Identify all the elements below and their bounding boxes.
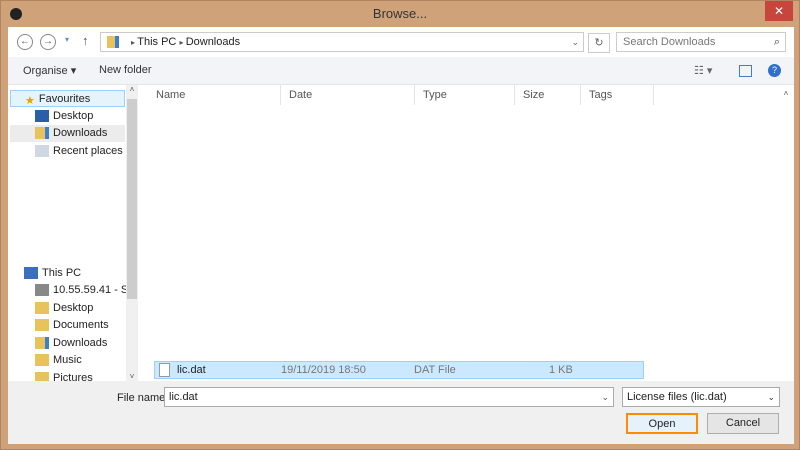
tree-label: 10.55.59.41 - Son (53, 284, 126, 296)
tree-label: Downloads (53, 127, 108, 139)
open-button[interactable]: Open (626, 413, 698, 434)
search-icon: ⌕ (773, 36, 780, 48)
tree-label: Recent places (53, 145, 123, 157)
tree-label: Documents (53, 319, 109, 331)
file-row[interactable]: lic.dat 19/11/2019 18:50 DAT File 1 KB (154, 361, 644, 379)
tree-item-pictures[interactable]: Pictures (10, 370, 125, 381)
breadcrumb-this-pc[interactable]: This PC (137, 36, 176, 48)
pictures-folder-icon (35, 372, 49, 381)
tree-item-this-pc[interactable]: This PC (10, 265, 125, 282)
column-size[interactable]: Size (515, 85, 581, 105)
tree-label: Pictures (53, 372, 93, 381)
tree-item-favourites[interactable]: ★ Favourites (10, 90, 125, 107)
computer-icon (24, 267, 38, 280)
tree-label: This PC (42, 267, 82, 279)
address-bar[interactable]: ▸ This PC ▸ Downloads ⌄ (100, 32, 584, 52)
file-list-scrollbar[interactable]: ˄ (778, 85, 794, 381)
browse-dialog: Browse... ✕ ← → ▾ ↑ ▸ This PC ▸ Download… (0, 0, 800, 450)
recent-places-icon (35, 145, 49, 158)
star-icon: ★ (25, 95, 35, 108)
file-name-value: lic.dat (169, 391, 198, 403)
preview-pane-icon[interactable] (739, 65, 752, 77)
desktop-folder-icon (35, 302, 49, 315)
downloads-folder-icon (107, 36, 119, 48)
tree-item-desktop-pc[interactable]: Desktop (10, 300, 125, 317)
tree-label: Music (53, 354, 82, 366)
back-button[interactable]: ← (17, 34, 33, 50)
file-list: Name Date Type Size Tags lic.dat 19/11/2… (148, 85, 776, 381)
cancel-button[interactable]: Cancel (707, 413, 779, 434)
documents-folder-icon (35, 319, 49, 332)
scroll-up-icon[interactable]: ˄ (778, 89, 794, 98)
file-type-select[interactable]: License files (lic.dat) ⌄ (622, 387, 780, 407)
file-name: lic.dat (177, 364, 206, 376)
file-name-label: File name: (117, 392, 169, 404)
tree-label: Downloads (53, 337, 108, 349)
refresh-button[interactable]: ↻ (588, 33, 610, 53)
tree-item-music[interactable]: Music (10, 352, 125, 369)
toolbar: Organise ▾ New folder ☷ ▾ ? (8, 57, 794, 85)
scroll-down-icon[interactable]: ˅ (126, 372, 138, 381)
organise-button[interactable]: Organise ▾ (23, 64, 76, 77)
dialog-footer: File name: lic.dat ⌄ License files (lic.d… (8, 381, 794, 444)
search-placeholder: Search Downloads (623, 36, 716, 48)
chevron-down-icon: ⌄ (767, 392, 775, 402)
up-button[interactable]: ↑ (82, 33, 89, 48)
scroll-up-icon[interactable]: ˄ (126, 85, 138, 94)
column-type[interactable]: Type (415, 85, 515, 105)
forward-button[interactable]: → (40, 34, 56, 50)
tree-item-network-drive[interactable]: 10.55.59.41 - Son (10, 282, 126, 299)
close-button[interactable]: ✕ (765, 1, 793, 21)
file-icon (159, 363, 170, 377)
downloads-folder-icon (35, 127, 49, 140)
file-date: 19/11/2019 18:50 (281, 364, 366, 376)
tree-item-downloads-pc[interactable]: Downloads (10, 335, 125, 352)
address-dropdown-icon[interactable]: ⌄ (571, 33, 579, 51)
file-size: 1 KB (549, 364, 573, 376)
view-options-icon[interactable]: ☷ ▾ (694, 64, 712, 77)
tree-label: Favourites (38, 93, 91, 105)
file-name-dropdown-icon[interactable]: ⌄ (601, 388, 609, 406)
tree-item-downloads[interactable]: Downloads (10, 125, 125, 142)
search-input[interactable]: Search Downloads ⌕ (616, 32, 786, 52)
desktop-icon (35, 110, 49, 123)
music-folder-icon (35, 354, 49, 367)
column-tags[interactable]: Tags (581, 85, 654, 105)
tree-scrollbar[interactable]: ˄ ˅ (126, 85, 138, 381)
downloads-folder-icon (35, 337, 49, 350)
network-drive-icon (35, 284, 49, 297)
navigation-tree: ★ Favourites Desktop Downloads Recent pla… (8, 85, 126, 381)
scrollbar-thumb[interactable] (127, 99, 137, 299)
recent-locations-dropdown[interactable]: ▾ (65, 35, 69, 44)
tree-label: Desktop (53, 110, 94, 122)
navigation-bar: ← → ▾ ↑ ▸ This PC ▸ Downloads ⌄ ↻ Search… (8, 27, 794, 57)
breadcrumb-downloads[interactable]: Downloads (186, 36, 240, 48)
column-name[interactable]: Name (148, 85, 281, 105)
window-title: Browse... (372, 6, 428, 21)
column-date[interactable]: Date (281, 85, 415, 105)
new-folder-button[interactable]: New folder (99, 64, 152, 76)
tree-item-recent-places[interactable]: Recent places (10, 143, 125, 160)
file-name-input[interactable]: lic.dat ⌄ (164, 387, 614, 407)
help-icon[interactable]: ? (768, 64, 781, 77)
tree-item-desktop[interactable]: Desktop (10, 108, 125, 125)
file-type: DAT File (414, 364, 456, 376)
tree-item-documents[interactable]: Documents (10, 317, 125, 334)
tree-label: Desktop (53, 302, 94, 314)
file-type-value: License files (lic.dat) (627, 391, 727, 403)
